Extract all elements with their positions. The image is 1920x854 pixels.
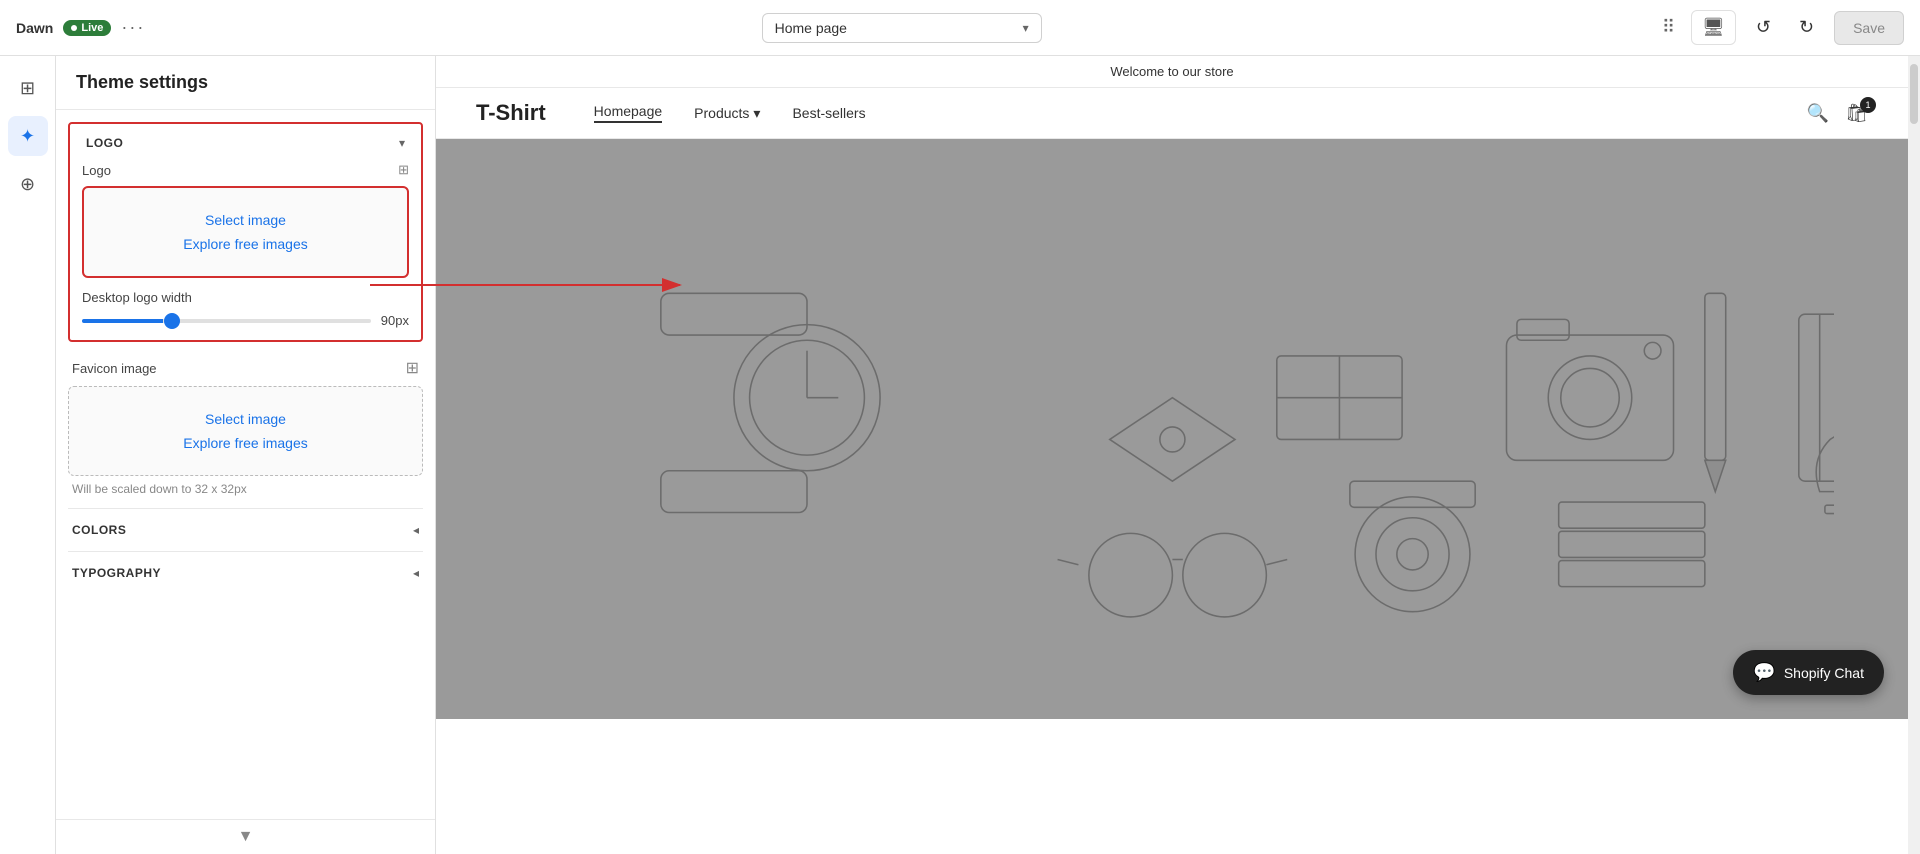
settings-title: Theme settings	[76, 72, 415, 93]
logo-chevron-icon: ▾	[399, 136, 405, 150]
nav-link-bestsellers[interactable]: Best-sellers	[792, 105, 865, 121]
preview-pane: Welcome to our store T-Shirt Homepage Pr…	[436, 56, 1908, 854]
scrollbar-thumb[interactable]	[1910, 64, 1918, 124]
live-badge: Live	[63, 20, 111, 36]
logo-section: LOGO ▾ Logo ⊞ Select image Explore free …	[68, 122, 423, 342]
chat-widget[interactable]: 💬 Shopify Chat	[1733, 650, 1884, 695]
top-bar: Dawn Live ··· Home page ▾ ⠿ 🖥 ↺ ↻ Save	[0, 0, 1920, 56]
logo-subsection-label: Logo ⊞	[82, 162, 409, 178]
preview-wrapper: Welcome to our store T-Shirt Homepage Pr…	[436, 56, 1920, 854]
customize-button[interactable]: ✦	[8, 116, 48, 156]
settings-header: Theme settings	[56, 56, 435, 110]
typography-label: TYPOGRAPHY	[72, 566, 161, 580]
store-preview: Welcome to our store T-Shirt Homepage Pr…	[436, 56, 1908, 854]
desktop-device-button[interactable]: 🖥	[1691, 10, 1736, 45]
chat-label: Shopify Chat	[1784, 665, 1864, 681]
preview-scroll[interactable]: Welcome to our store T-Shirt Homepage Pr…	[436, 56, 1908, 854]
settings-panel: Theme settings LOGO ▾ Logo ⊞ Select imag…	[56, 56, 436, 854]
logo-section-body: Logo ⊞ Select image Explore free images …	[70, 162, 421, 340]
colors-section-header[interactable]: COLORS ◂	[68, 509, 423, 551]
grid-view-button[interactable]: ⠿	[1658, 13, 1679, 42]
favicon-explore-images-link[interactable]: Explore free images	[183, 435, 308, 451]
logo-section-label: LOGO	[86, 136, 123, 150]
nav-link-homepage[interactable]: Homepage	[594, 103, 663, 123]
nav-right: 🔍 🛍 1	[1807, 103, 1868, 124]
typography-section: TYPOGRAPHY ◂	[68, 551, 423, 594]
settings-content: LOGO ▾ Logo ⊞ Select image Explore free …	[56, 110, 435, 819]
logo-width-value: 90px	[381, 313, 409, 328]
typography-chevron-icon: ◂	[413, 566, 419, 580]
store-nav: T-Shirt Homepage Products ▾ Best-sellers…	[436, 88, 1908, 139]
cart-icon[interactable]: 🛍 1	[1845, 103, 1868, 124]
theme-name: Dawn	[16, 20, 53, 36]
nav-link-products[interactable]: Products ▾	[694, 105, 760, 122]
preview-scrollbar[interactable]	[1908, 56, 1920, 854]
search-icon[interactable]: 🔍	[1807, 103, 1829, 124]
sections-button[interactable]: ⊞	[8, 68, 48, 108]
favicon-upload-box[interactable]: Select image Explore free images	[68, 386, 423, 476]
save-button[interactable]: Save	[1834, 11, 1904, 45]
scroll-down-button[interactable]: ▼	[56, 819, 435, 854]
announcement-text: Welcome to our store	[1110, 64, 1233, 79]
redo-button[interactable]: ↻	[1791, 13, 1822, 42]
colors-label: COLORS	[72, 523, 126, 537]
logo-section-header[interactable]: LOGO ▾	[70, 124, 421, 162]
typography-section-header[interactable]: TYPOGRAPHY ◂	[68, 552, 423, 594]
logo-label-text: Logo	[82, 163, 111, 178]
hero-image: 💬 Shopify Chat	[436, 139, 1908, 719]
chat-icon: 💬	[1753, 662, 1775, 683]
live-dot	[71, 25, 77, 31]
announcement-bar: Welcome to our store	[436, 56, 1908, 88]
colors-chevron-icon: ◂	[413, 523, 419, 537]
favicon-section: Favicon image ⊞ Select image Explore fre…	[68, 354, 423, 496]
logo-upload-box[interactable]: Select image Explore free images	[82, 186, 409, 278]
store-logo: T-Shirt	[476, 100, 546, 126]
logo-select-image-link[interactable]: Select image	[205, 212, 286, 228]
products-label: Products	[694, 105, 749, 121]
logo-stack-icon: ⊞	[398, 162, 409, 178]
top-bar-actions: ⠿ 🖥 ↺ ↻ Save	[1658, 10, 1904, 45]
logo-width-label: Desktop logo width	[82, 290, 409, 305]
top-bar-left: Dawn Live ···	[16, 17, 145, 38]
more-options-button[interactable]: ···	[121, 17, 145, 38]
page-selector-chevron-icon: ▾	[1023, 21, 1029, 35]
products-arrow-icon: ▾	[753, 105, 760, 122]
favicon-note: Will be scaled down to 32 x 32px	[68, 482, 423, 496]
main-layout: ⊞ ✦ ⊕ Theme settings LOGO ▾ Logo ⊞	[0, 56, 1920, 854]
favicon-stack-icon: ⊞	[406, 358, 419, 378]
favicon-label: Favicon image	[72, 361, 157, 376]
logo-width-slider-section: Desktop logo width 90px	[82, 290, 409, 328]
undo-button[interactable]: ↺	[1748, 13, 1779, 42]
logo-explore-images-link[interactable]: Explore free images	[183, 236, 308, 252]
favicon-select-image-link[interactable]: Select image	[205, 411, 286, 427]
logo-width-slider[interactable]	[82, 319, 371, 323]
add-section-button[interactable]: ⊕	[8, 164, 48, 204]
icon-sidebar: ⊞ ✦ ⊕	[0, 56, 56, 854]
logo-width-slider-row: 90px	[82, 313, 409, 328]
top-bar-center: Home page ▾	[157, 13, 1646, 43]
page-selector[interactable]: Home page ▾	[762, 13, 1042, 43]
cart-badge: 1	[1860, 97, 1876, 113]
live-label: Live	[81, 22, 103, 34]
hero-illustration	[436, 139, 1908, 719]
page-selector-text: Home page	[775, 20, 847, 36]
favicon-section-header: Favicon image ⊞	[68, 354, 423, 386]
colors-section: COLORS ◂	[68, 508, 423, 551]
